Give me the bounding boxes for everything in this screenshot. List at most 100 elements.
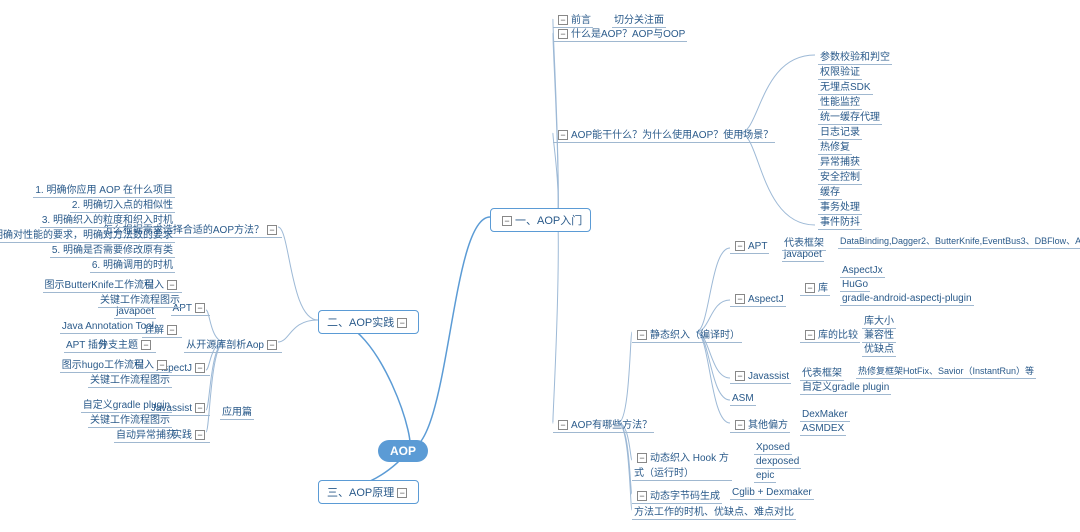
b1-n4a-other[interactable]: −其他偏方 xyxy=(730,415,790,433)
toggle-icon[interactable]: − xyxy=(805,283,815,293)
node-label: APT 插件 xyxy=(66,340,108,351)
node-label: 应用篇 xyxy=(222,407,252,418)
branch-3[interactable]: 三、AOP原理− xyxy=(318,480,419,504)
node-label: AspectJx xyxy=(842,265,883,276)
toggle-icon[interactable]: − xyxy=(558,420,568,430)
node-label: 自定义gradle plugin xyxy=(802,382,889,393)
node-label: javapoet xyxy=(784,249,822,260)
node-label: 库 xyxy=(818,283,828,294)
node-label: AOP有哪些方法？ xyxy=(571,420,652,431)
b2-n2[interactable]: 从开源库剖析Aop− xyxy=(184,335,282,353)
node-label: 动态织入 Hook 方式（运行时） xyxy=(634,453,729,479)
node-label: Cglib + Dexmaker xyxy=(732,487,812,498)
root-node[interactable]: AOP xyxy=(378,440,428,462)
branch-2-label: 二、AOP实践 xyxy=(327,317,394,329)
root-label: AOP xyxy=(390,444,416,458)
b2-n2-jv-t[interactable]: 应用篇 xyxy=(220,402,254,420)
b1-n4a-aspectj-ku-b[interactable]: HuGo xyxy=(840,278,870,292)
toggle-icon[interactable]: − xyxy=(267,340,277,350)
toggle-icon[interactable]: − xyxy=(805,330,815,340)
b1-n4a-other-a[interactable]: DexMaker xyxy=(800,408,850,422)
b1-n4a-javassist-b[interactable]: 自定义gradle plugin xyxy=(800,377,891,395)
b2-n2-aj-b[interactable]: 关键工作流程图示 xyxy=(88,370,172,388)
node-label: DexMaker xyxy=(802,409,848,420)
b1-n2b[interactable]: AOP与OOP xyxy=(630,24,687,42)
b2-n2-apt-c[interactable]: javapoet xyxy=(114,305,156,319)
node-label: dexposed xyxy=(756,456,799,467)
toggle-icon[interactable]: − xyxy=(502,216,512,226)
b1-n4b-b[interactable]: dexposed xyxy=(754,455,801,469)
toggle-icon[interactable]: − xyxy=(558,29,568,39)
node-label: 关键工作流程图示 xyxy=(90,375,170,386)
branch-1-label: 一、AOP入门 xyxy=(515,215,582,227)
toggle-icon[interactable]: − xyxy=(637,491,647,501)
b1-n4a-apt[interactable]: −APT xyxy=(730,240,769,254)
node-label: APT xyxy=(748,241,767,252)
node-label: 库的比较 xyxy=(818,330,858,341)
branch-1[interactable]: −一、AOP入门 xyxy=(490,208,591,232)
toggle-icon[interactable]: − xyxy=(735,371,745,381)
b1-n4a-asm[interactable]: ASM xyxy=(730,392,756,406)
node-label: 什么是AOP？ xyxy=(571,29,632,40)
node-label: Xposed xyxy=(756,442,790,453)
toggle-icon[interactable]: − xyxy=(735,241,745,251)
b1-n4a-aspectj-ku-c[interactable]: gradle-android-aspectj-plugin xyxy=(840,292,974,306)
b1-n4a-aspectj-ku-a[interactable]: AspectJx xyxy=(840,264,885,278)
b1-n4a-aspectj-cmp-c[interactable]: 优缺点 xyxy=(862,339,896,357)
b1-n3-i12[interactable]: 事件防抖 xyxy=(818,212,862,230)
node-label: AOP能干什么？为什么使用AOP？使用场景？ xyxy=(571,130,773,141)
b1-n3[interactable]: −AOP能干什么？为什么使用AOP？使用场景？ xyxy=(553,125,775,143)
toggle-icon[interactable]: − xyxy=(735,420,745,430)
toggle-icon[interactable]: − xyxy=(267,225,277,235)
toggle-icon[interactable]: − xyxy=(195,303,205,313)
toggle-icon[interactable]: − xyxy=(195,403,205,413)
toggle-icon[interactable]: − xyxy=(167,280,177,290)
node-label: epic xyxy=(756,470,774,481)
b1-n4a-apt-a-v[interactable]: DataBinding,Dagger2、ButterKnife,EventBus… xyxy=(838,233,1080,249)
toggle-icon[interactable]: − xyxy=(397,488,407,498)
toggle-icon[interactable]: − xyxy=(195,430,205,440)
b2-n2-apt-d[interactable]: Java Annotation Tool xyxy=(60,320,156,334)
branch-2[interactable]: 二、AOP实践− xyxy=(318,310,419,334)
node-label: 事件防抖 xyxy=(820,217,860,228)
node-label: 优缺点 xyxy=(864,344,894,355)
b1-n4b[interactable]: −动态织入 Hook 方式（运行时） xyxy=(632,448,732,481)
b1-n4b-c[interactable]: epic xyxy=(754,469,776,483)
toggle-icon[interactable]: − xyxy=(195,363,205,373)
toggle-icon[interactable]: − xyxy=(735,294,745,304)
b1-n4[interactable]: −AOP有哪些方法？ xyxy=(553,415,654,433)
node-label: 其他偏方 xyxy=(748,420,788,431)
b1-n4b-a[interactable]: Xposed xyxy=(754,441,792,455)
toggle-icon[interactable]: − xyxy=(558,130,568,140)
node-label: gradle-android-aspectj-plugin xyxy=(842,293,972,304)
node-label: javapoet xyxy=(116,306,154,317)
b2-n2-apt-e[interactable]: APT 插件 xyxy=(64,335,110,353)
b2-n2-sj[interactable]: 自动异常捕获 xyxy=(114,425,178,443)
b1-n4d[interactable]: 方法工作的时机、优缺点、难点对比 xyxy=(632,502,796,520)
node-label: Java Annotation Tool xyxy=(62,321,154,332)
b1-n4a-aspectj-ku[interactable]: −库 xyxy=(800,278,830,296)
b1-n4a-other-b[interactable]: ASMDEX xyxy=(800,422,846,436)
toggle-icon[interactable]: − xyxy=(167,325,177,335)
toggle-icon[interactable]: − xyxy=(637,330,647,340)
node-label: ASM xyxy=(732,393,754,404)
toggle-icon[interactable]: − xyxy=(397,318,407,328)
b1-n4a-apt-b[interactable]: javapoet xyxy=(782,248,824,262)
b1-n4a[interactable]: −静态织入（编译时） xyxy=(632,325,742,343)
b1-n4a-aspectj-cmp[interactable]: −库的比较 xyxy=(800,325,860,343)
node-label: 静态织入（编译时） xyxy=(650,330,740,341)
b1-n4a-aspectj[interactable]: −AspectJ xyxy=(730,293,786,307)
node-label: 自动异常捕获 xyxy=(116,430,176,441)
b2-n1-i6[interactable]: 6. 明确调用的时机 xyxy=(90,255,175,273)
node-label: HuGo xyxy=(842,279,868,290)
node-label: ASMDEX xyxy=(802,423,844,434)
b1-n2[interactable]: −什么是AOP？ xyxy=(553,24,634,42)
toggle-icon[interactable]: − xyxy=(637,453,647,463)
node-label: 动态字节码生成 xyxy=(650,491,720,502)
node-label: AOP与OOP xyxy=(632,29,685,40)
toggle-icon[interactable]: − xyxy=(157,360,167,370)
toggle-icon[interactable]: − xyxy=(141,340,151,350)
b1-n4a-javassist[interactable]: −Javassist xyxy=(730,370,791,384)
b1-n4c-a[interactable]: Cglib + Dexmaker xyxy=(730,486,814,500)
node-label: AspectJ xyxy=(748,294,784,305)
